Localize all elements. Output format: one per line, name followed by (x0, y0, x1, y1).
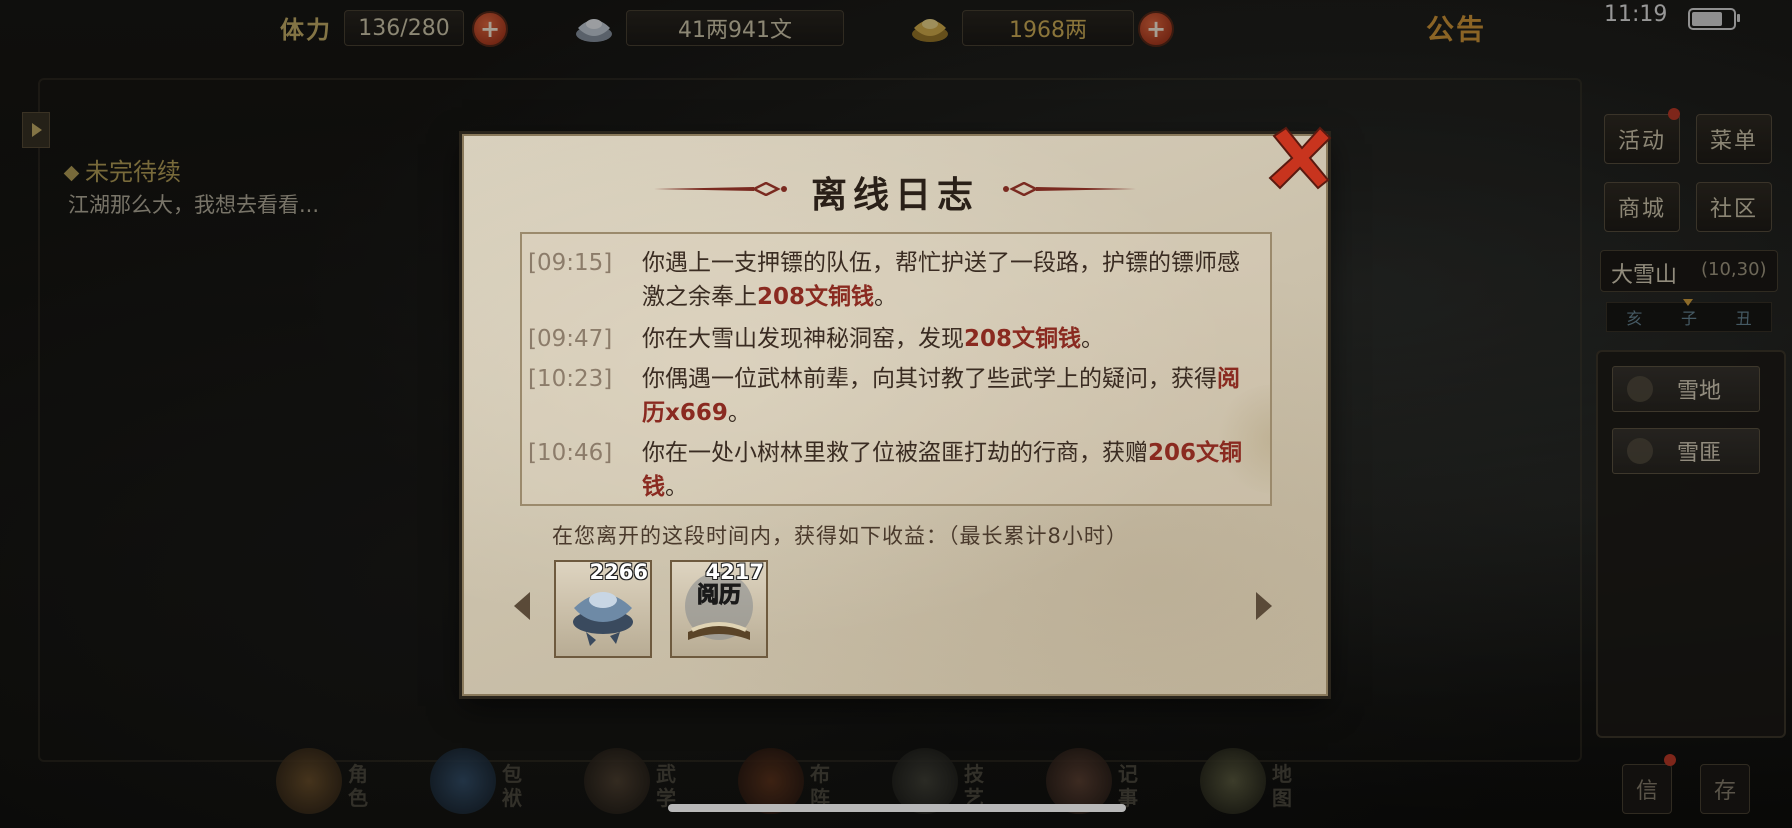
log-text: 你在一处小树林里救了位被盗匪打劫的行商，获赠206文铜钱。 (642, 436, 1242, 504)
log-list[interactable]: [09:15] 你遇上一支押镖的队伍，帮忙护送了一段路，护镖的镖师感激之余奉上2… (520, 232, 1272, 506)
reward-count: 2266 (589, 560, 648, 584)
reward-experience[interactable]: 阅历 4217 (670, 560, 768, 658)
reward-silver[interactable]: 2266 (554, 560, 652, 658)
dialog-title: 离线日志 (810, 175, 979, 216)
log-text-part: 。 (1081, 326, 1105, 352)
log-text-part: 。 (727, 400, 751, 426)
experience-text: 阅历 (697, 583, 741, 608)
log-text-part: 你在一处小树林里救了位被盗匪打劫的行商，获赠 (642, 440, 1148, 466)
offline-log-dialog: 离线日志 [09:15] 你遇上一支押镖的队伍，帮忙护送了一段路，护镖的镖师感激… (462, 134, 1328, 696)
log-text-part: 。 (665, 474, 688, 500)
reward-prev-arrow-icon[interactable] (514, 592, 530, 620)
log-text: 你遇上一支押镖的队伍，帮忙护送了一段路，护镖的镖师感激之余奉上208文铜钱。 (642, 246, 1242, 314)
reward-count: 4217 (705, 560, 764, 584)
log-text-part: 你遇上一支押镖的队伍，帮忙护送了一段路，护镖的镖师感激之余奉上 (642, 250, 1240, 310)
log-reward: 208文铜钱 (964, 326, 1082, 352)
log-reward: 208文铜钱 (757, 284, 875, 310)
log-time: [09:15] (528, 250, 613, 276)
log-text: 你在大雪山发现神秘洞窑，发现208文铜钱。 (642, 322, 1242, 356)
log-text-part: 你偶遇一位武林前辈，向其讨教了些武学上的疑问，获得 (642, 366, 1217, 392)
home-indicator[interactable] (668, 804, 1126, 812)
close-icon[interactable] (1264, 122, 1336, 194)
log-text-part: 。 (874, 284, 898, 310)
log-text: 你偶遇一位武林前辈，向其讨教了些武学上的疑问，获得阅历x669。 (642, 362, 1242, 430)
log-text-part: 你在大雪山发现神秘洞窑，发现 (642, 326, 964, 352)
reward-next-arrow-icon[interactable] (1256, 592, 1272, 620)
log-time: [10:23] (528, 366, 613, 392)
log-time: [09:47] (528, 326, 613, 352)
offline-summary: 在您离开的这段时间内，获得如下收益：（最长累计8小时） (552, 524, 1128, 548)
log-time: [10:46] (528, 440, 613, 466)
title-ornament-right (1003, 182, 1136, 196)
